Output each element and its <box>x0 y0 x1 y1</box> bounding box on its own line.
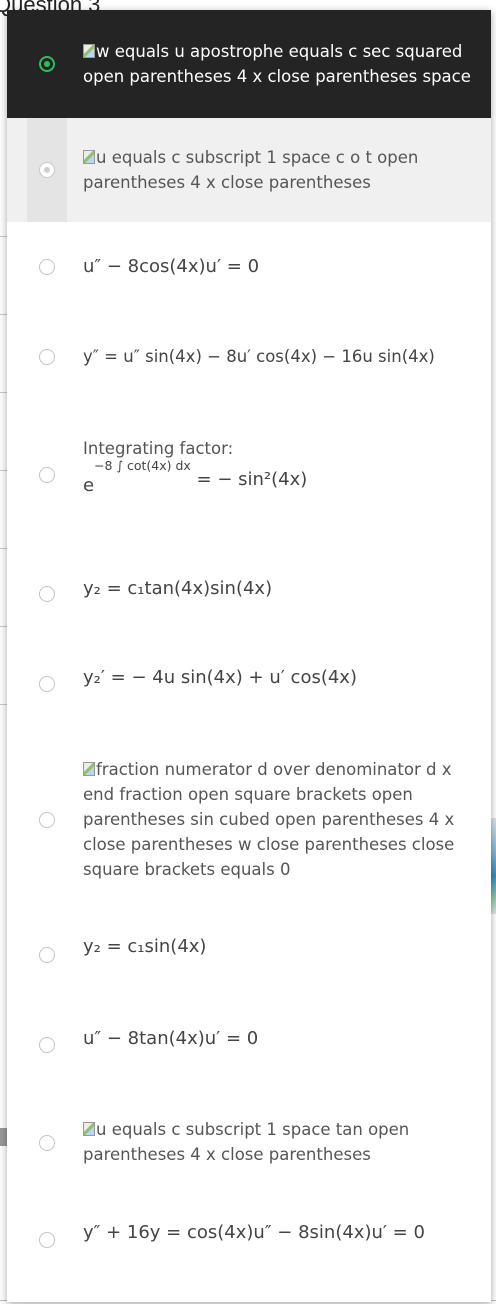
dropdown-option[interactable]: u″ − 8tan(4x)u′ = 0 <box>7 998 491 1090</box>
radio-column <box>27 312 67 402</box>
option-label: w equals u apostrophe equals c sec squar… <box>83 42 471 86</box>
radio-selected-icon <box>39 56 55 72</box>
option-label: u″ − 8tan(4x)u′ = 0 <box>83 1026 479 1051</box>
option-label: fraction numerator d over denominator d … <box>83 760 455 879</box>
radio-column <box>27 546 67 638</box>
radio-column <box>27 1090 67 1194</box>
dropdown-option[interactable]: Integrating factor: e−8 ∫ cot(4x) dx = −… <box>7 402 491 546</box>
radio-column <box>27 638 67 734</box>
option-label: u″ − 8cos(4x)u′ = 0 <box>83 254 479 279</box>
broken-image-icon <box>83 44 95 58</box>
dropdown-option[interactable]: u equals c subscript 1 space c o t open … <box>7 118 491 222</box>
radio-icon <box>39 586 55 602</box>
radio-icon <box>39 349 55 365</box>
dropdown-option[interactable]: u″ − 8cos(4x)u′ = 0 <box>7 222 491 312</box>
math-expression: y₂′ = − 4u sin(4x) + u′ cos(4x) <box>83 667 357 688</box>
screen: Question 3 w equals u apostrophe equals … <box>0 0 496 1304</box>
dropdown-option[interactable]: y″ = u″ sin(4x) − 8u′ cos(4x) − 16u sin(… <box>7 312 491 402</box>
radio-hover-icon <box>39 162 55 178</box>
math-expression: y₂ = c₁sin(4x) <box>83 936 207 957</box>
dropdown-option[interactable]: y₂ = c₁tan(4x)sin(4x) <box>7 546 491 638</box>
radio-column <box>27 998 67 1090</box>
answer-dropdown-list[interactable]: w equals u apostrophe equals c sec squar… <box>7 10 491 1302</box>
radio-column <box>27 222 67 312</box>
broken-image-icon <box>83 150 95 164</box>
option-label: Integrating factor: e−8 ∫ cot(4x) dx = −… <box>83 436 479 496</box>
dropdown-option[interactable]: w equals u apostrophe equals c sec squar… <box>7 10 491 118</box>
radio-icon <box>39 1135 55 1151</box>
radio-icon <box>39 1232 55 1248</box>
math-expression: u″ − 8tan(4x)u′ = 0 <box>83 1028 259 1049</box>
dropdown-option[interactable]: fraction numerator d over denominator d … <box>7 734 491 904</box>
math-expression: y″ = u″ sin(4x) − 8u′ cos(4x) − 16u sin(… <box>83 347 435 366</box>
dropdown-option[interactable]: y″ + 16y = cos(4x)u″ − 8sin(4x)u′ = 0 <box>7 1194 491 1294</box>
broken-image-icon <box>83 762 95 776</box>
option-label: y″ + 16y = cos(4x)u″ − 8sin(4x)u′ = 0 <box>83 1220 479 1245</box>
radio-icon <box>39 812 55 828</box>
dropdown-option[interactable]: u equals c subscript 1 space tan open pa… <box>7 1090 491 1194</box>
option-label: y″ = u″ sin(4x) − 8u′ cos(4x) − 16u sin(… <box>83 344 479 369</box>
dropdown-option[interactable]: y₂′ = − 4u sin(4x) + u′ cos(4x) <box>7 638 491 734</box>
option-label: u equals c subscript 1 space c o t open … <box>83 148 419 192</box>
option-label: y₂ = c₁sin(4x) <box>83 934 479 959</box>
radio-column <box>27 10 67 118</box>
radio-icon <box>39 259 55 275</box>
option-label: u equals c subscript 1 space tan open pa… <box>83 1120 410 1164</box>
radio-column <box>27 734 67 904</box>
radio-column <box>27 904 67 998</box>
broken-image-icon <box>83 1122 95 1136</box>
math-expression: y₂ = c₁tan(4x)sin(4x) <box>83 578 273 599</box>
dropdown-option[interactable]: y₂ = c₁sin(4x) <box>7 904 491 998</box>
radio-column <box>27 118 67 222</box>
option-label: y₂ = c₁tan(4x)sin(4x) <box>83 576 479 601</box>
radio-icon <box>39 467 55 483</box>
radio-column <box>27 402 67 546</box>
radio-icon <box>39 947 55 963</box>
option-label: y₂′ = − 4u sin(4x) + u′ cos(4x) <box>83 665 479 690</box>
exponent: −8 ∫ cot(4x) dx <box>94 458 191 473</box>
radio-icon <box>39 676 55 692</box>
math-expression: u″ − 8cos(4x)u′ = 0 <box>83 256 260 277</box>
rhs: = − sin²(4x) <box>196 469 308 490</box>
math-expression: y″ + 16y = cos(4x)u″ − 8sin(4x)u′ = 0 <box>83 1222 425 1243</box>
math-expression: e−8 ∫ cot(4x) dx = − sin²(4x) <box>83 458 308 496</box>
radio-icon <box>39 1037 55 1053</box>
radio-column <box>27 1194 67 1294</box>
